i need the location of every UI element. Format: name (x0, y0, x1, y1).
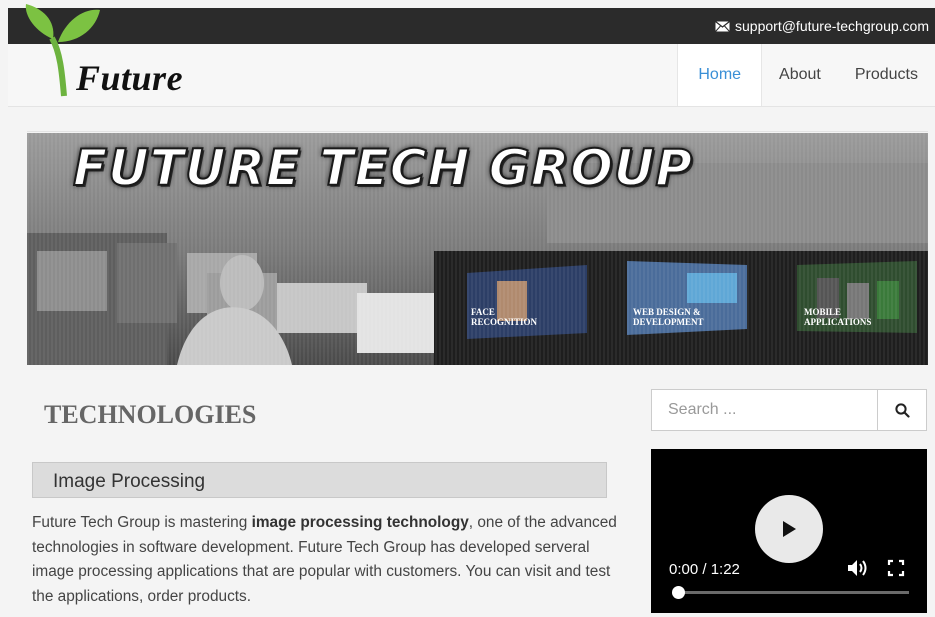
play-icon (783, 521, 796, 537)
video-time: 0:00 / 1:22 (669, 561, 740, 578)
video-player[interactable]: 0:00 / 1:22 (651, 449, 927, 613)
search-button[interactable] (877, 390, 926, 430)
tile-mobile-apps: MOBILE APPLICATIONS (804, 307, 872, 327)
support-email-link[interactable]: support@future-techgroup.com (715, 18, 929, 34)
nav-products[interactable]: Products (838, 44, 935, 106)
tile-face-recognition: FACE RECOGNITION (471, 307, 538, 327)
support-email: support@future-techgroup.com (735, 18, 929, 34)
highlight-text: image processing technology (251, 514, 469, 531)
search-box (651, 389, 927, 431)
progress-track[interactable] (675, 591, 909, 594)
mail-icon (715, 20, 730, 32)
divider (27, 131, 928, 132)
nav-home[interactable]: Home (677, 44, 763, 106)
search-icon (894, 402, 910, 418)
intro-paragraph: Future Tech Group is mastering image pro… (32, 514, 617, 605)
nav-menu: Home About Products (677, 44, 935, 106)
section-title: TECHNOLOGIES (44, 400, 257, 429)
subheading-box: Image Processing (32, 462, 607, 498)
search-input[interactable] (652, 390, 878, 430)
play-button[interactable] (755, 495, 823, 563)
hero-banner: FUTURE TECH GROUP FACE RECOGNITION WEB DE… (27, 133, 928, 365)
nav-about[interactable]: About (762, 44, 838, 106)
fullscreen-icon[interactable] (887, 559, 905, 577)
volume-icon[interactable] (847, 559, 869, 577)
banner-title: FUTURE TECH GROUP (72, 138, 694, 198)
brand-name[interactable]: Future (76, 57, 183, 99)
progress-handle[interactable] (672, 586, 685, 599)
subheading: Image Processing (53, 471, 206, 492)
tile-web-design: WEB DESIGN & DEVELOPMENT (633, 307, 704, 327)
